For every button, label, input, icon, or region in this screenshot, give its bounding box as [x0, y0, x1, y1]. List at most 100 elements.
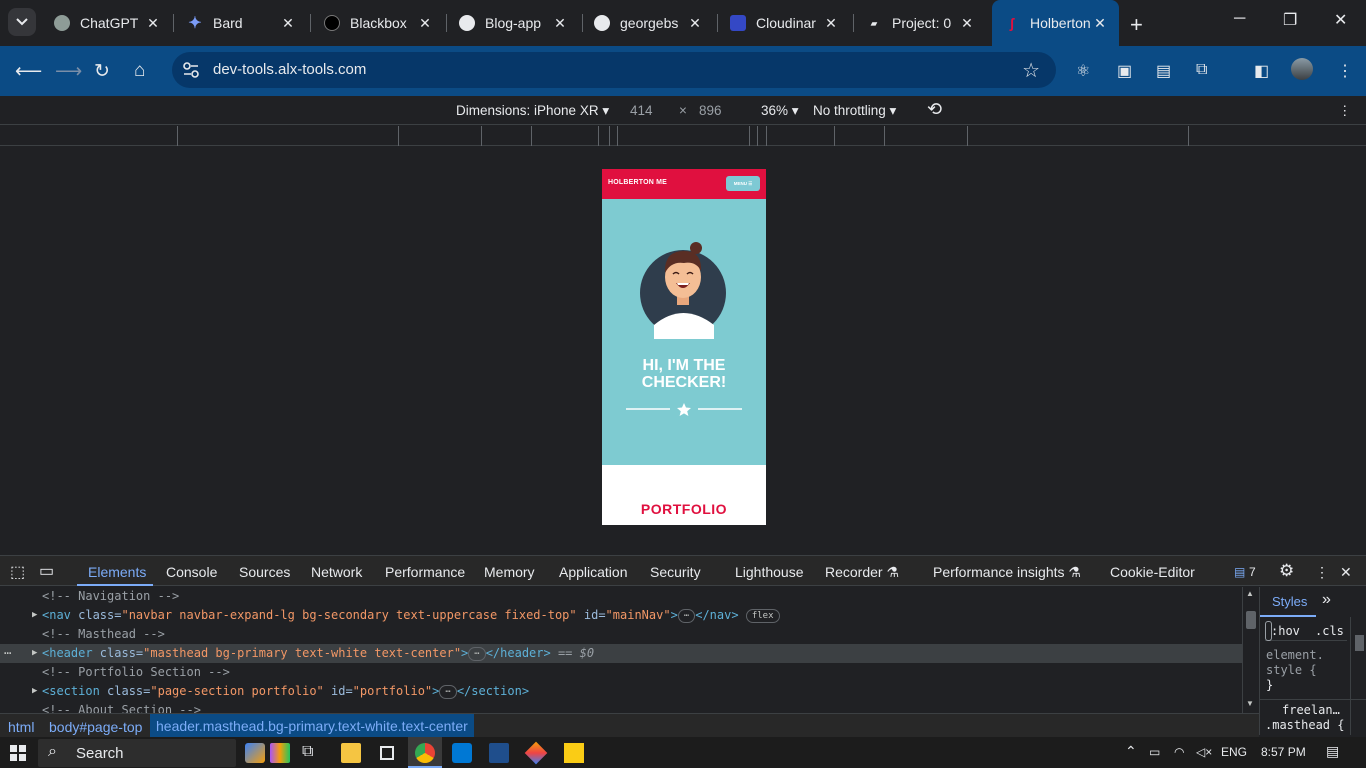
app-icon[interactable]	[380, 746, 394, 760]
scrollbar-thumb[interactable]	[1355, 635, 1364, 651]
rotate-icon[interactable]: ⟲	[927, 99, 942, 120]
battery-icon[interactable]: ▭	[1149, 745, 1160, 759]
expand-triangle-icon[interactable]: ▶	[32, 606, 37, 625]
row-more-icon[interactable]: ⋯	[4, 644, 11, 663]
tab-performance[interactable]: Performance	[385, 564, 465, 580]
devtools-more-icon[interactable]: ⋮	[1315, 564, 1329, 581]
dom-comment-line[interactable]: <!-- Portfolio Section -->	[0, 663, 1242, 682]
tab-performance-insights[interactable]: Performance insights ⚗	[933, 564, 1081, 581]
styles-tab[interactable]: Styles	[1272, 594, 1307, 609]
ellipsis-badge[interactable]: ⋯	[677, 608, 696, 623]
tray-chevron-up-icon[interactable]: ⌃	[1125, 743, 1137, 760]
bookmark-star-icon[interactable]: ☆	[1022, 58, 1040, 83]
tab-project[interactable]: ▰ Project: 0 ✕	[866, 8, 976, 38]
tab-application[interactable]: Application	[559, 564, 628, 580]
address-bar[interactable]: dev-tools.alx-tools.com ☆	[172, 52, 1056, 88]
scroll-up-icon[interactable]: ▲	[1246, 589, 1254, 598]
tab-security[interactable]: Security	[650, 564, 701, 580]
close-tab-icon[interactable]: ✕	[822, 14, 840, 32]
hov-button[interactable]: :hov	[1271, 621, 1300, 641]
books-icon[interactable]	[270, 743, 290, 763]
home-icon[interactable]: ⌂	[134, 60, 145, 82]
ellipsis-badge[interactable]: ⋯	[468, 646, 486, 661]
throttling-select[interactable]: No throttling ▾	[813, 103, 896, 119]
dom-section-line[interactable]: ▶ <section class="page-section portfolio…	[0, 682, 1242, 701]
zoom-select[interactable]: 36% ▾	[761, 103, 799, 119]
dom-comment-line[interactable]: <!-- Masthead -->	[0, 625, 1242, 644]
breadcrumb-item[interactable]: html	[8, 719, 34, 735]
device-dimensions-select[interactable]: Dimensions: iPhone XR ▾	[456, 103, 609, 119]
tab-sources[interactable]: Sources	[239, 564, 290, 580]
cls-button[interactable]: .cls	[1315, 621, 1344, 641]
tab-bard[interactable]: ✦ Bard ✕	[187, 8, 297, 38]
scrollbar-thumb[interactable]	[1246, 611, 1256, 629]
tab-blog-app[interactable]: Blog-app ✕	[459, 8, 569, 38]
breadcrumb-item-active[interactable]: header.masthead.bg-primary.text-white.te…	[150, 714, 474, 738]
new-tab-icon[interactable]: +	[1130, 12, 1143, 38]
tab-console[interactable]: Console	[166, 564, 217, 580]
powershell-icon[interactable]	[489, 743, 509, 763]
device-toggle-icon[interactable]: ▭	[39, 561, 54, 581]
forward-icon[interactable]: ⟶	[55, 60, 82, 83]
clock[interactable]: 8:57 PM	[1261, 745, 1306, 759]
breadcrumb-item[interactable]: body#page-top	[49, 719, 142, 735]
scroll-down-icon[interactable]: ▼	[1246, 699, 1254, 708]
tab-search-button[interactable]	[8, 8, 36, 36]
wifi-icon[interactable]: ◠	[1174, 745, 1184, 759]
restore-icon[interactable]: ❐	[1283, 10, 1297, 30]
flex-badge[interactable]: flex	[745, 608, 780, 623]
notifications-icon[interactable]: ▤	[1326, 743, 1339, 760]
back-icon[interactable]: ⟵	[15, 60, 42, 83]
language-indicator[interactable]: ENG	[1221, 745, 1247, 759]
widgets-icon[interactable]	[245, 743, 265, 763]
dom-comment-line[interactable]: <!-- Navigation -->	[0, 587, 1242, 606]
elements-scrollbar[interactable]: ▲ ▼	[1242, 587, 1259, 713]
dom-nav-line[interactable]: ▶ <nav class="navbar navbar-expand-lg bg…	[0, 606, 1242, 625]
tab-recorder[interactable]: Recorder ⚗	[825, 564, 899, 581]
taskbar-search[interactable]: ⌕ Search	[38, 739, 236, 767]
task-view-icon[interactable]: ⧉	[302, 743, 322, 763]
dom-comment-line[interactable]: <!-- About Section -->	[0, 701, 1242, 713]
close-tab-icon[interactable]: ✕	[144, 14, 162, 32]
tab-cloudinary[interactable]: Cloudinar ✕	[730, 8, 840, 38]
width-input[interactable]: 414	[630, 103, 653, 118]
device-more-icon[interactable]: ⋮	[1338, 103, 1352, 119]
close-tab-icon[interactable]: ✕	[1091, 14, 1109, 32]
site-info-icon[interactable]	[182, 61, 200, 79]
message-icon[interactable]: ▤	[1234, 565, 1245, 579]
more-tabs-icon[interactable]: »	[1322, 591, 1331, 609]
media-query-ruler[interactable]	[0, 126, 1366, 146]
page-menu-button[interactable]: MENU ☰	[726, 176, 760, 191]
close-tab-icon[interactable]: ✕	[958, 14, 976, 32]
more-menu-icon[interactable]: ⋮	[1337, 61, 1353, 81]
git-icon[interactable]	[524, 741, 548, 765]
tab-blackbox[interactable]: Blackbox ✕	[324, 8, 434, 38]
close-tab-icon[interactable]: ✕	[686, 14, 704, 32]
sticky-notes-icon[interactable]	[564, 743, 584, 763]
close-tab-icon[interactable]: ✕	[416, 14, 434, 32]
settings-gear-icon[interactable]: ⚙	[1279, 561, 1294, 581]
tab-network[interactable]: Network	[311, 564, 362, 580]
tab-cookie-editor[interactable]: Cookie-Editor	[1110, 564, 1195, 580]
close-window-icon[interactable]: ✕	[1334, 10, 1347, 30]
inspect-element-icon[interactable]: ⬚	[10, 562, 25, 582]
vscode-icon[interactable]	[452, 743, 472, 763]
chrome-taskbar-button[interactable]	[408, 737, 442, 768]
dom-header-line-selected[interactable]: ⋯ ▶ <header class="masthead bg-primary t…	[0, 644, 1242, 663]
reload-icon[interactable]: ↻	[94, 60, 110, 83]
close-tab-icon[interactable]: ✕	[279, 14, 297, 32]
height-input[interactable]: 896	[699, 103, 722, 118]
react-devtools-icon[interactable]: ⚛	[1076, 61, 1090, 81]
profile-avatar[interactable]	[1291, 58, 1313, 80]
close-tab-icon[interactable]: ✕	[551, 14, 569, 32]
tab-georgebs[interactable]: georgebs ✕	[594, 8, 704, 38]
extension-icon[interactable]: ▣	[1117, 61, 1132, 81]
styles-scrollbar[interactable]	[1350, 617, 1366, 735]
tab-chatgpt[interactable]: ChatGPT ✕	[54, 8, 162, 38]
expand-triangle-icon[interactable]: ▶	[32, 644, 37, 663]
tab-memory[interactable]: Memory	[484, 564, 535, 580]
volume-muted-icon[interactable]: ◁×	[1196, 745, 1212, 759]
file-explorer-icon[interactable]	[341, 743, 361, 763]
page-brand[interactable]: HOLBERTON ME	[608, 179, 667, 186]
minimize-icon[interactable]: ─	[1234, 10, 1245, 28]
